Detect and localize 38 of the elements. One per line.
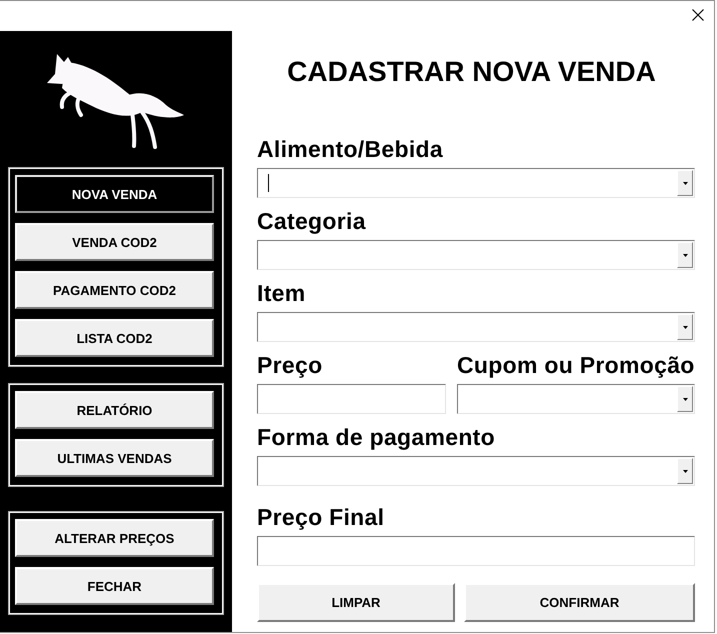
caret-icon [682,470,688,472]
combo-box[interactable] [257,168,695,198]
caret-icon [682,326,688,328]
combo-box[interactable] [457,384,695,414]
dropdown-button[interactable] [677,314,693,340]
nav-button[interactable]: LISTA COD2 [15,319,214,357]
dropdown-button[interactable] [677,458,693,484]
form-title: CADASTRAR NOVA VENDA [287,56,657,88]
field-label: Categoria [257,208,366,234]
dropdown-button[interactable] [677,386,693,412]
caret-icon [682,182,688,184]
nav-button[interactable]: ULTIMAS VENDAS [15,439,214,477]
nav-button[interactable]: NOVA VENDA [15,175,214,213]
close-icon[interactable] [692,9,704,21]
input-field[interactable] [257,384,446,414]
caret-icon [682,254,688,256]
field-label: Preço Final [257,504,384,530]
action-button[interactable]: LIMPAR [257,583,455,622]
dropdown-button[interactable] [677,242,693,268]
combo-box[interactable] [257,240,695,270]
nav-button[interactable]: RELATÓRIO [15,391,214,429]
nav-button[interactable]: ALTERAR PREÇOS [15,519,214,557]
combo-box[interactable] [257,456,695,486]
action-button[interactable]: CONFIRMAR [464,583,695,622]
nav-button[interactable]: VENDA COD2 [15,223,214,261]
dropdown-button[interactable] [677,170,693,196]
text-cursor [268,174,269,192]
fox-logo-icon [45,53,185,149]
nav-button[interactable]: PAGAMENTO COD2 [15,271,214,309]
field-label: Alimento/Bebida [257,136,443,162]
field-label: Forma de pagamento [257,424,495,450]
nav-button[interactable]: FECHAR [15,567,214,605]
combo-box[interactable] [257,312,695,342]
field-label: Preço [257,352,322,378]
field-label: Cupom ou Promoção [457,352,695,378]
caret-icon [682,398,688,400]
input-field[interactable] [257,536,695,566]
field-label: Item [257,280,306,306]
